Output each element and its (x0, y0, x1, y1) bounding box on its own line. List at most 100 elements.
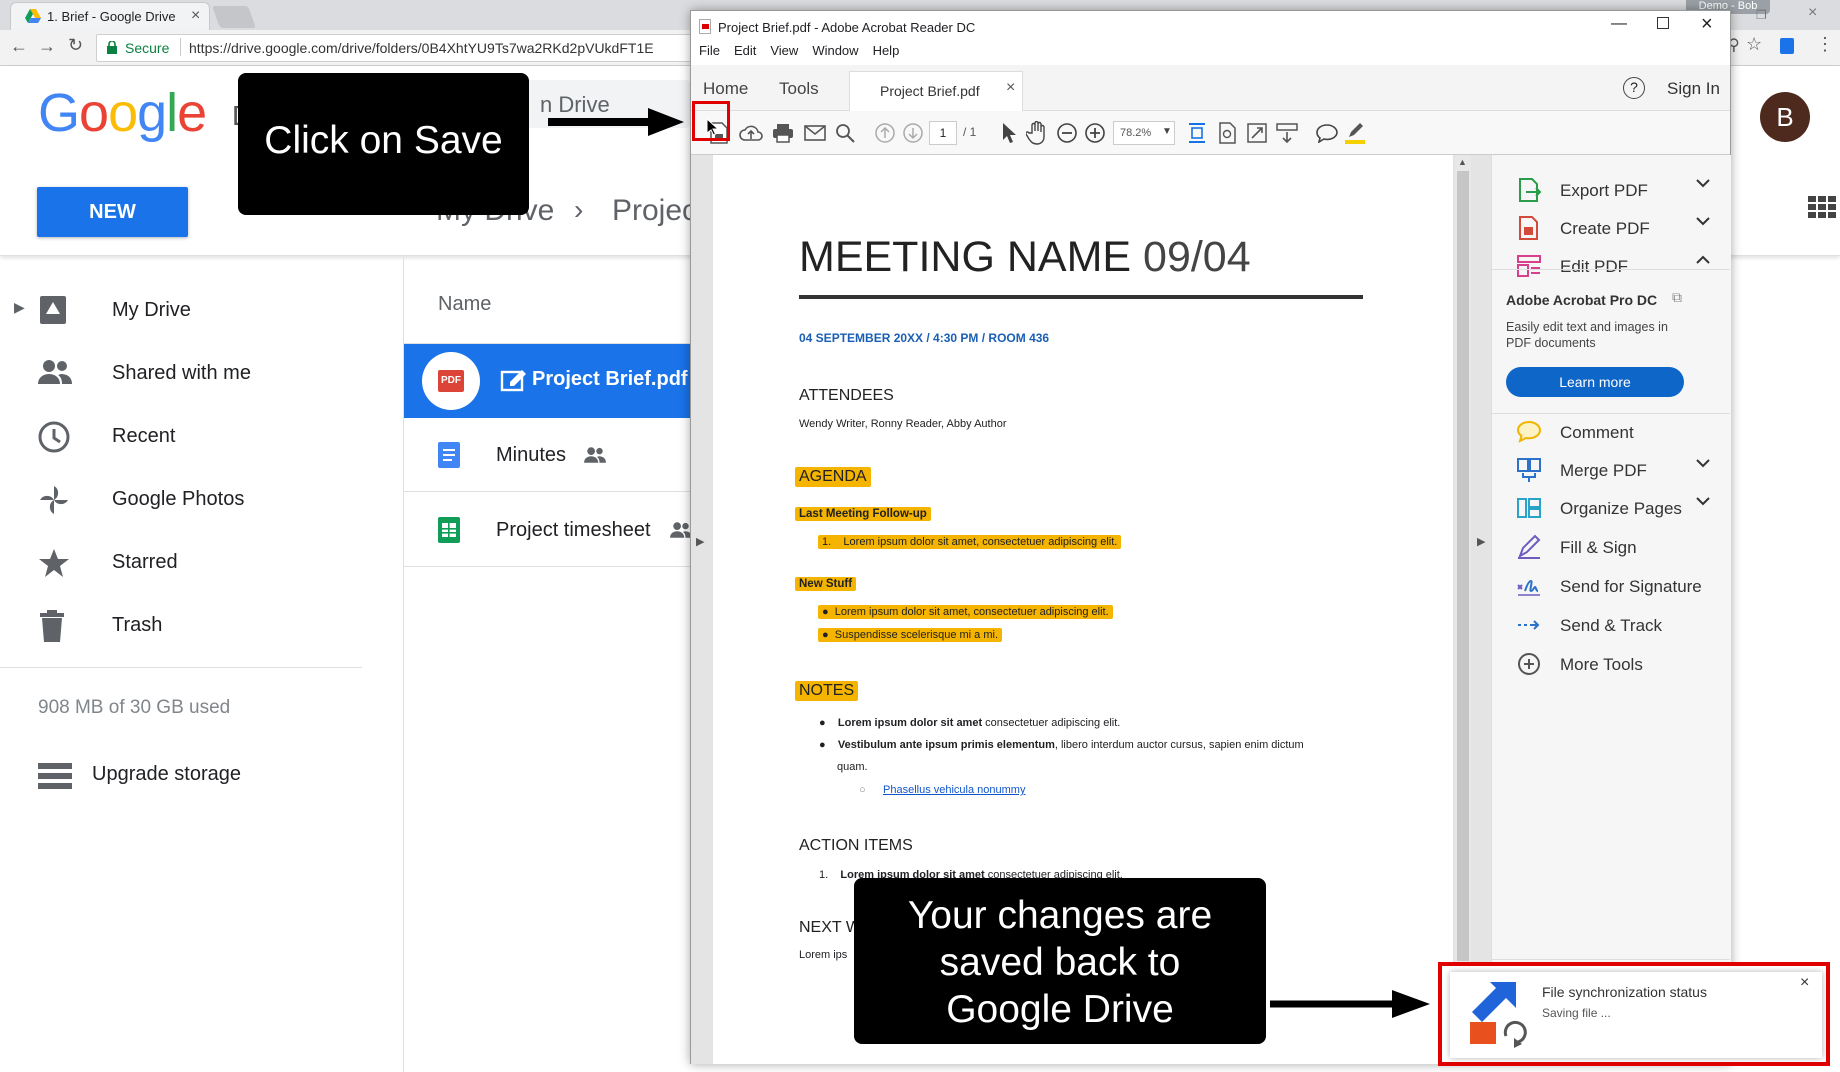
reload-icon[interactable]: ↻ (68, 35, 83, 56)
tool-label: Edit PDF (1560, 257, 1629, 276)
tab-close-icon[interactable]: × (1006, 79, 1015, 97)
saved-callout-line: Google Drive (946, 988, 1174, 1031)
chevron-down-icon[interactable] (1696, 459, 1710, 468)
chevron-up-icon[interactable] (1696, 255, 1710, 264)
document-tab-label: Project Brief.pdf (880, 83, 980, 99)
close-icon[interactable]: × (1800, 974, 1809, 992)
sidebar-item-label: Shared with me (112, 362, 251, 384)
new-button[interactable]: NEW (37, 187, 188, 237)
help-icon[interactable]: ? (1623, 77, 1645, 99)
hand-tool-icon[interactable] (1023, 119, 1051, 147)
zoom-out-icon[interactable] (1053, 119, 1081, 147)
saved-callout-line: Your changes are (907, 894, 1213, 937)
tool-comment[interactable]: Comment (1516, 413, 1716, 453)
vertical-scrollbar[interactable]: ▲ (1455, 155, 1471, 1064)
create-pdf-icon (1516, 215, 1542, 241)
print-icon[interactable] (769, 119, 797, 147)
sidebar-item-trash[interactable]: Trash (0, 596, 380, 656)
chrome-menu-icon[interactable]: ⋮ (1816, 34, 1834, 55)
previous-page-icon[interactable] (871, 119, 899, 147)
note-link[interactable]: Phasellus vehicula nonummy (883, 784, 1025, 796)
scrollbar-thumb[interactable] (1457, 171, 1469, 961)
file-row-minutes[interactable]: Minutes (404, 418, 694, 492)
sidebar-item-shared[interactable]: Shared with me (0, 344, 380, 404)
breadcrumb-current[interactable]: Projec (612, 194, 697, 228)
chevron-down-icon[interactable] (1696, 217, 1710, 226)
sidebar-item-my-drive[interactable]: My Drive (0, 281, 380, 341)
tool-edit-pdf[interactable]: Edit PDF (1516, 247, 1716, 287)
tool-label: Send for Signature (1560, 577, 1702, 596)
menu-file[interactable]: File (699, 43, 720, 58)
select-cursor-icon[interactable] (995, 119, 1023, 147)
tool-export-pdf[interactable]: Export PDF (1516, 171, 1716, 211)
sign-in-button[interactable]: Sign In (1667, 79, 1720, 99)
chevron-down-icon[interactable] (1696, 179, 1710, 188)
fit-page-icon[interactable] (1183, 119, 1211, 147)
promo-text: Easily edit text and images in PDF docum… (1506, 320, 1668, 350)
apps-grid-icon[interactable] (1808, 196, 1836, 218)
menu-window[interactable]: Window (812, 43, 858, 58)
tab-close-icon[interactable]: × (191, 7, 200, 25)
chevron-down-icon[interactable] (1696, 497, 1710, 506)
sync-notification-highlight: File synchronization status Saving file … (1438, 962, 1830, 1066)
tab-home[interactable]: Home (703, 79, 748, 99)
highlight-tool-icon[interactable] (1341, 119, 1369, 147)
tool-send-for-signature[interactable]: Send for Signature (1516, 567, 1716, 607)
sidebar-item-starred[interactable]: Starred (0, 533, 380, 593)
menu-help[interactable]: Help (873, 43, 900, 58)
comment-tool-icon[interactable] (1313, 119, 1341, 147)
acrobat-nav-tabs: Home Tools Project Brief.pdf × ? Sign In (691, 65, 1730, 111)
zoom-select[interactable]: 78.2% ▼ (1113, 121, 1175, 145)
back-arrow-icon[interactable]: ← (10, 36, 28, 57)
menu-edit[interactable]: Edit (734, 43, 756, 58)
right-panel-toggle-icon[interactable]: ▶ (1477, 535, 1485, 548)
zoom-in-icon[interactable] (1081, 119, 1109, 147)
address-bar[interactable]: Secure https://drive.google.com/drive/fo… (96, 34, 692, 62)
panel-divider (1492, 959, 1730, 960)
next-page-icon[interactable] (899, 119, 927, 147)
tool-create-pdf[interactable]: Create PDF (1516, 209, 1716, 249)
email-icon[interactable] (801, 119, 829, 147)
sync-notification[interactable]: File synchronization status Saving file … (1450, 972, 1822, 1058)
notes-heading: NOTES (795, 681, 859, 701)
menu-view[interactable]: View (770, 43, 798, 58)
new-tab-button[interactable] (211, 6, 257, 28)
forward-arrow-icon[interactable]: → (38, 36, 56, 57)
google-logo[interactable]: Google (38, 82, 207, 144)
left-panel-toggle-icon[interactable]: ▶ (696, 535, 704, 548)
bookmark-star-icon[interactable]: ☆ (1746, 34, 1762, 55)
sidebar-item-recent[interactable]: Recent (0, 407, 380, 467)
cloud-upload-icon[interactable] (737, 119, 765, 147)
name-column-header[interactable]: Name (438, 293, 491, 316)
file-row-timesheet[interactable]: Project timesheet (404, 493, 694, 567)
more-tools-icon (1516, 651, 1542, 677)
file-row-project-brief[interactable]: PDF Project Brief.pdf (404, 344, 694, 418)
close-icon[interactable]: × (1701, 13, 1713, 36)
maximize-icon[interactable] (1657, 17, 1669, 29)
tool-more-tools[interactable]: More Tools (1516, 645, 1716, 685)
promo-info-icon[interactable]: ⧉ (1672, 289, 1682, 306)
upgrade-storage-label: Upgrade storage (92, 763, 241, 785)
minimize-icon[interactable]: — (1611, 15, 1627, 33)
sidebar-item-photos[interactable]: Google Photos (0, 470, 380, 530)
restore-window-icon[interactable]: ❐ (1756, 8, 1767, 22)
rotate-icon[interactable] (1213, 119, 1241, 147)
read-mode-icon[interactable] (1273, 119, 1301, 147)
upgrade-storage-link[interactable]: Upgrade storage (38, 757, 358, 797)
scroll-up-icon[interactable]: ▲ (1458, 157, 1467, 167)
tool-merge-pdf[interactable]: Merge PDF (1516, 451, 1716, 491)
find-icon[interactable] (831, 119, 859, 147)
tool-fill-sign[interactable]: Fill & Sign (1516, 528, 1716, 568)
tool-organize-pages[interactable]: Organize Pages (1516, 489, 1716, 529)
tool-send-track[interactable]: Send & Track (1516, 606, 1716, 646)
followup-number: 1. (822, 536, 832, 548)
avatar[interactable]: B (1760, 92, 1810, 142)
learn-more-button[interactable]: Learn more (1506, 367, 1684, 397)
close-window-icon[interactable]: × (1808, 4, 1817, 22)
tab-tools[interactable]: Tools (779, 79, 819, 99)
full-screen-icon[interactable] (1243, 119, 1271, 147)
browser-tab[interactable]: 1. Brief - Google Drive × (10, 2, 210, 30)
extension-icon[interactable] (1780, 38, 1794, 54)
tab-document[interactable]: Project Brief.pdf × (849, 71, 1023, 111)
page-number-input[interactable]: 1 (929, 121, 957, 145)
